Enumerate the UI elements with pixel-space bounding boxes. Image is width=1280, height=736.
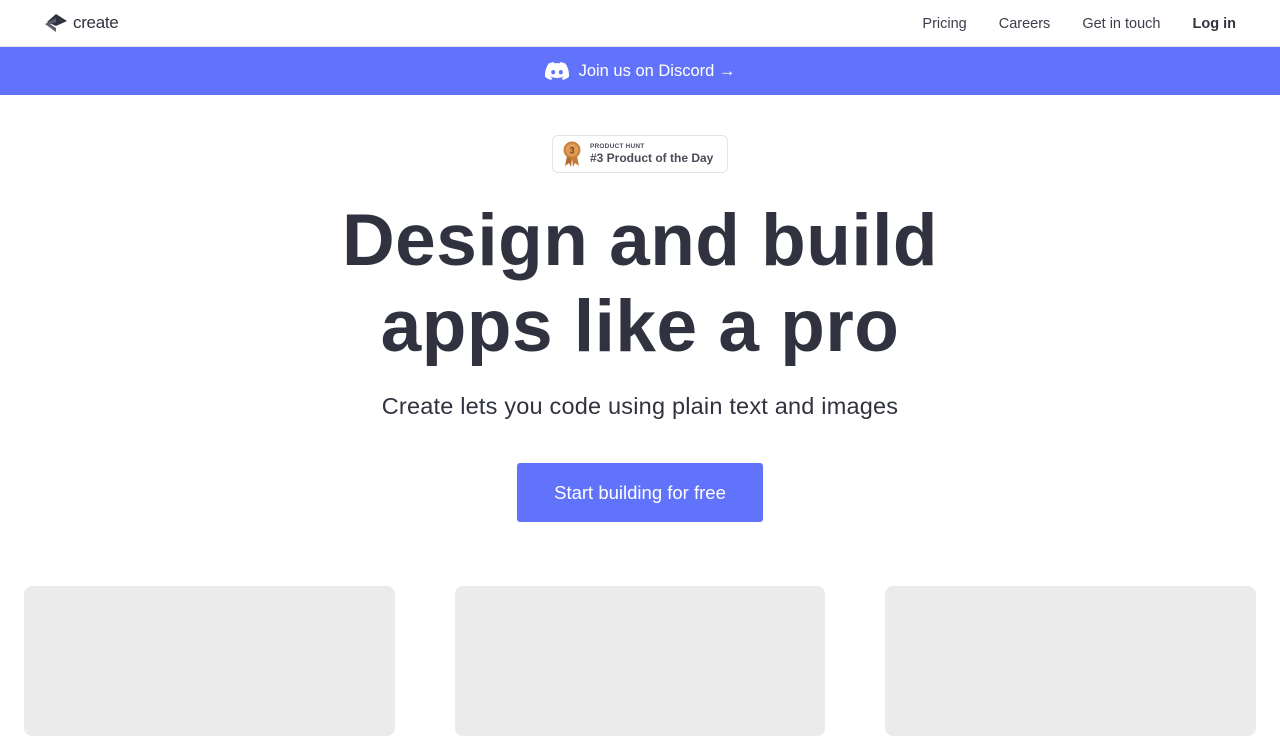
discord-banner-label: Join us on Discord →: [578, 61, 736, 80]
preview-card-1: [24, 586, 395, 736]
start-building-button[interactable]: Start building for free: [517, 463, 763, 522]
hero-title-line-2: apps like a pro: [380, 286, 900, 367]
discord-icon: [544, 62, 569, 80]
top-nav: create Pricing Careers Get in touch Log …: [0, 0, 1280, 47]
preview-card-3: [885, 586, 1256, 736]
login-link[interactable]: Log in: [1193, 16, 1237, 32]
nav-link-get-in-touch[interactable]: Get in touch: [1082, 16, 1160, 32]
discord-banner[interactable]: Join us on Discord →: [0, 47, 1280, 95]
medal-number: 3: [569, 146, 574, 156]
hero-title-line-1: Design and build: [341, 200, 939, 281]
preview-card-2: [455, 586, 825, 736]
hero-subtitle: Create lets you code using plain text an…: [381, 393, 899, 419]
brand-logo-link[interactable]: create: [44, 12, 119, 34]
nav-link-pricing[interactable]: Pricing: [922, 16, 966, 32]
product-hunt-title: #3 Product of the Day: [590, 151, 714, 165]
product-hunt-kicker: PRODUCT HUNT: [590, 143, 645, 150]
nav-link-careers[interactable]: Careers: [999, 16, 1051, 32]
product-hunt-badge[interactable]: 3 PRODUCT HUNT #3 Product of the Day: [552, 135, 728, 173]
product-hunt-text: PRODUCT HUNT #3 Product of the Day: [590, 142, 713, 166]
create-logo-icon: [45, 14, 67, 32]
medal-icon: 3: [563, 141, 581, 167]
hero-title: Design and build apps like a pro: [0, 198, 1280, 370]
nav-links: Pricing Careers Get in touch Log in: [890, 0, 1236, 47]
brand-name: create: [73, 13, 119, 32]
